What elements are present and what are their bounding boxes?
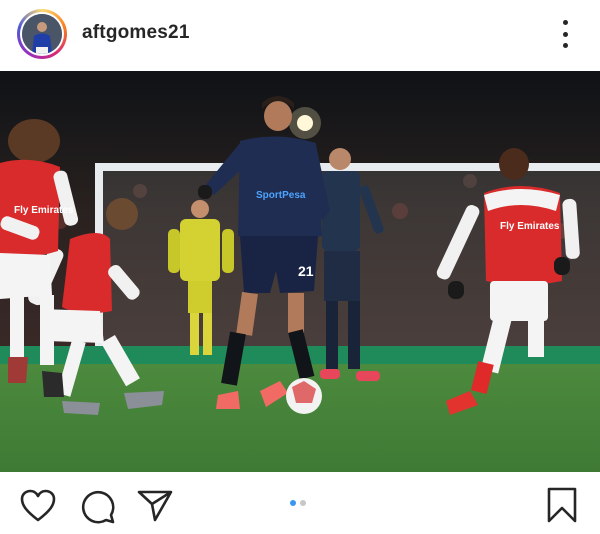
post-photo[interactable]: SportPesa 21 Fly Emirates Fly Emirates xyxy=(0,71,600,472)
carousel-dot-active xyxy=(290,500,296,506)
carousel-indicator xyxy=(290,500,306,506)
comment-icon[interactable] xyxy=(80,489,116,530)
shirt-number: 21 xyxy=(298,263,314,279)
heart-icon[interactable] xyxy=(20,489,56,528)
sponsor-text: SportPesa xyxy=(256,190,306,201)
post-header: aftgomes21 xyxy=(0,0,600,70)
carousel-dot xyxy=(300,500,306,506)
paper-plane-icon[interactable] xyxy=(137,489,173,528)
username[interactable]: aftgomes21 xyxy=(82,22,190,44)
avatar[interactable] xyxy=(17,9,67,59)
action-bar xyxy=(0,472,600,534)
avatar-image xyxy=(22,14,62,54)
instagram-post: aftgomes21 SportPesa 21 Fly Emirates Fly… xyxy=(0,0,600,534)
more-options-icon[interactable] xyxy=(555,20,575,48)
home-sponsor-text-left: Fly Emirates xyxy=(14,205,74,216)
home-sponsor-text-right: Fly Emirates xyxy=(500,221,560,232)
bookmark-icon[interactable] xyxy=(546,486,578,529)
